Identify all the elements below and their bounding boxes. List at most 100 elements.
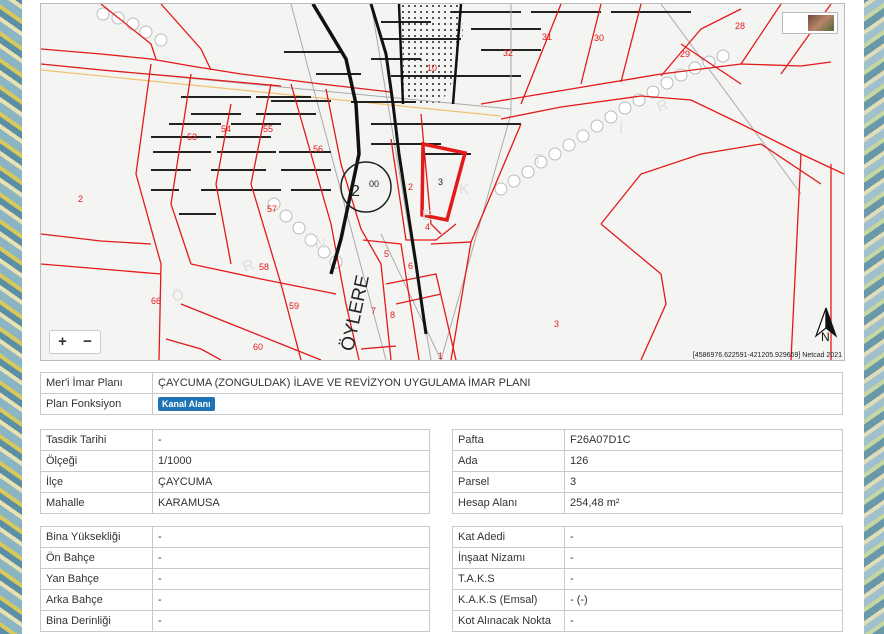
table-row: Mahalle KARAMUSA [40,492,430,514]
location-table: Tasdik Tarihi - Ölçeği 1/1000 İlçe ÇAYCUMA … [40,429,430,514]
label-29: 29 [680,49,690,59]
construction-table: Kat Adedi - İnşaat Nizamı - T.A.K.S - K.A.K… [452,526,843,632]
bina-yuksekligi-label: Bina Yüksekliği [40,526,153,548]
pafta-value: F26A07D1C [564,429,843,451]
letter-r-2: R [655,96,671,116]
north-arrow-icon: N [812,306,840,344]
zoom-in-button[interactable]: + [50,331,75,353]
olcek-value: 1/1000 [152,450,430,472]
letter-i: İ [619,120,623,138]
label-3-selected: 3 [438,177,443,187]
table-row: K.A.K.S (Emsal) - (-) [452,589,843,611]
label-5: 5 [384,249,389,259]
label-55: 55 [263,124,273,134]
layer-switch-button[interactable] [782,12,838,34]
parcel-table: Pafta F26A07D1C Ada 126 Parsel 3 Hesap Alan… [452,429,843,514]
plan-function-badge: Kanal Alanı [158,397,215,411]
table-row: Tasdik Tarihi - [40,429,430,451]
ilce-label: İlçe [40,471,153,493]
table-row: Parsel 3 [452,471,843,493]
table-row: Kot Alınacak Nokta - [452,610,843,632]
arka-bahce-label: Arka Bahçe [40,589,153,611]
bina-derinligi-value: - [152,610,430,632]
insaat-nizami-value: - [564,547,843,569]
label-1: 1 [438,351,443,360]
kat-adedi-value: - [564,526,843,548]
label-30: 30 [594,33,604,43]
table-row: Bina Derinliği - [40,610,430,632]
insaat-nizami-label: İnşaat Nizamı [452,547,565,569]
label-54: 54 [221,124,231,134]
label-66: 66 [151,296,161,306]
hesap-alani-label: Hesap Alanı [452,492,565,514]
parcel-map[interactable]: 53 54 55 56 57 58 59 60 66 2 2 3 3 4 5 6… [40,3,845,361]
table-row: Ölçeği 1/1000 [40,450,430,472]
background-strip-right [864,0,884,634]
label-28: 28 [735,21,745,31]
kaks-value: - (-) [564,589,843,611]
tasdik-value: - [152,429,430,451]
plan-function-cell: Kanal Alanı [152,393,843,415]
background-strip-left [0,0,22,634]
table-row: Ada 126 [452,450,843,472]
label-58: 58 [259,262,269,272]
table-row: Hesap Alanı 254,48 m² [452,492,843,514]
ada-label: Ada [452,450,565,472]
bina-derinligi-label: Bina Derinliği [40,610,153,632]
north-label: N [821,330,830,344]
letter-t: T [533,151,542,168]
letter-r-1: R [241,256,257,276]
table-row: Bina Yüksekliği - [40,526,430,548]
label-8: 8 [390,310,395,320]
building-table: Bina Yüksekliği - Ön Bahçe - Yan Bahçe - Ar… [40,526,430,632]
letter-e: E [422,207,432,224]
letter-n: N [315,235,326,252]
label-10: 10 [427,63,437,73]
yan-bahce-label: Yan Bahçe [40,568,153,590]
table-row: Arka Bahçe - [40,589,430,611]
plan-table: Mer'i İmar Planı ÇAYCUMA (ZONGULDAK) İLA… [40,372,843,415]
zoom-control[interactable]: + − [49,330,101,354]
taks-label: T.A.K.S [452,568,565,590]
label-7: 7 [371,306,376,316]
ilce-value: ÇAYCUMA [152,471,430,493]
mahalle-value: KARAMUSA [152,492,430,514]
taks-value: - [564,568,843,590]
plan-value: ÇAYCUMA (ZONGULDAK) İLAVE VE REVİZYON UY… [152,372,843,394]
parsel-label: Parsel [452,471,565,493]
label-60: 60 [253,342,263,352]
label-56: 56 [313,144,323,154]
letter-o: Ö [169,285,186,306]
label-31: 31 [542,32,552,42]
table-row: Plan Fonksiyon Kanal Alanı [40,393,843,415]
label-32: 32 [503,48,513,58]
table-row: İnşaat Nizamı - [452,547,843,569]
table-row: T.A.K.S - [452,568,843,590]
bina-yuksekligi-value: - [152,526,430,548]
label-53: 53 [187,132,197,142]
label-59: 59 [289,301,299,311]
label-57: 57 [267,204,277,214]
table-row: Mer'i İmar Planı ÇAYCUMA (ZONGULDAK) İLA… [40,372,843,394]
kat-adedi-label: Kat Adedi [452,526,565,548]
kaks-label: K.A.K.S (Emsal) [452,589,565,611]
on-bahce-value: - [152,547,430,569]
satellite-thumbnail-icon[interactable] [808,15,834,31]
yan-bahce-value: - [152,568,430,590]
table-row: Pafta F26A07D1C [452,429,843,451]
plan-label: Mer'i İmar Planı [40,372,153,394]
ada-value: 126 [564,450,843,472]
olcek-label: Ölçeği [40,450,153,472]
table-row: Ön Bahçe - [40,547,430,569]
letter-k: K [459,181,469,198]
table-row: İlçe ÇAYCUMA [40,471,430,493]
pafta-label: Pafta [452,429,565,451]
kot-value: - [564,610,843,632]
map-coordinates: [4586976.622591-421205.929659] Netcad 20… [692,352,842,359]
zoom-out-button[interactable]: − [75,331,100,353]
map-canvas[interactable]: 53 54 55 56 57 58 59 60 66 2 2 3 3 4 5 6… [41,4,844,360]
circle-label: 2 [351,183,360,200]
tasdik-label: Tasdik Tarihi [40,429,153,451]
on-bahce-label: Ön Bahçe [40,547,153,569]
label-2-left: 2 [78,194,83,204]
